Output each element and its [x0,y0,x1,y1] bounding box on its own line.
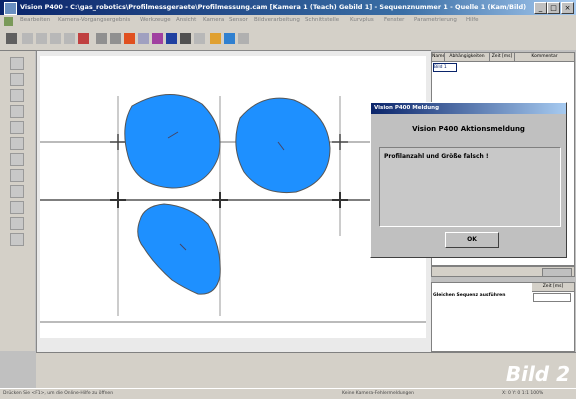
ok-button[interactable]: OK [445,232,499,248]
alarm-icon[interactable] [124,33,135,44]
menu-item-bearbeiten[interactable]: Bearbeiten [20,17,50,23]
document-icon [4,17,13,26]
window-title: Vision P400 - C:\gas_robotics\Profilmess… [20,3,527,11]
image-icon[interactable] [96,33,107,44]
dialog-message-box: Profilanzahl und Größe falsch ! [379,147,561,227]
table-row[interactable]: Bild 1 [433,63,457,72]
move-tool-icon[interactable] [10,73,24,86]
status-row-value [533,293,571,302]
angle-tool-icon[interactable] [10,185,24,198]
measure-tool-icon[interactable] [10,169,24,182]
monitor-icon[interactable] [166,33,177,44]
help-icon[interactable] [238,33,249,44]
table-header[interactable]: Zeit [ms] [532,283,575,292]
status-text-right: X: 0 Y: 0 1:1 100% [502,391,544,396]
dialog-message: Profilanzahl und Größe falsch ! [384,153,489,160]
record-icon[interactable] [78,33,89,44]
line-tool-icon[interactable] [10,89,24,102]
pointer-tool-icon[interactable] [6,33,17,44]
cross-marker [110,134,126,150]
cross-marker [332,192,348,208]
menu-item-kamera[interactable]: Kamera [203,17,224,23]
image-caption-overlay: Bild 2 [505,362,570,386]
app-icon [4,2,17,15]
table-header[interactable]: Name [432,53,445,62]
dialog-title: Vision P400 Meldung [371,103,566,114]
status-row-label: Gleichen Sequenz ausführen [433,293,506,298]
title-bar: Vision P400 - C:\gas_robotics\Profilmess… [0,0,576,15]
close-button[interactable]: × [561,2,574,14]
settings-icon[interactable] [224,33,235,44]
menu-item-kurvplus[interactable]: Kurvplus [350,17,374,23]
select-tool-icon[interactable] [10,57,24,70]
print-icon[interactable] [50,33,61,44]
cross-marker [332,134,348,150]
menu-bar: Bearbeiten Kamera-Vorgangsergebnis Werkz… [0,15,576,28]
cross-marker [110,192,126,208]
maximize-button[interactable]: □ [547,2,560,14]
frame-icon[interactable] [194,33,205,44]
camera-image[interactable] [40,56,426,338]
bottom-output-panel [36,352,576,389]
camera-image-svg [40,94,426,323]
grid-icon[interactable] [180,33,191,44]
table-header[interactable]: Kommentar [515,53,575,62]
open-icon[interactable] [22,33,33,44]
menu-item-hilfe[interactable]: Hilfe [466,17,479,23]
text-tool-icon[interactable] [10,233,24,246]
menu-item-fenster[interactable]: Fenster [384,17,404,23]
status-text-left: Drücken Sie <F1>, um die Online-Hilfe zu… [3,391,114,396]
menu-item-kamera-vorgang[interactable]: Kamera-Vorgangsergebnis [58,17,130,23]
menu-item-bildverarbeitung[interactable]: Bildverarbeitung [254,17,300,23]
left-toolbox [0,51,35,351]
horizontal-scrollbar[interactable] [431,266,575,277]
toolbar [0,28,576,51]
status-bar: Drücken Sie <F1>, um die Online-Hilfe zu… [0,388,576,399]
dialog-heading: Vision P400 Aktionsmeldung [412,125,525,133]
status-table[interactable]: Zeit [ms] Gleichen Sequenz ausführen [431,282,575,352]
camera-icon[interactable] [110,33,121,44]
rect-tool-icon[interactable] [10,105,24,118]
menu-item-werkzeuge[interactable]: Werkzeuge [140,17,171,23]
minimize-button[interactable]: _ [534,2,547,14]
tool-icon[interactable] [138,33,149,44]
blob-tool-icon[interactable] [10,201,24,214]
menu-item-sensor[interactable]: Sensor [229,17,248,23]
table-header[interactable]: Abhängigkeiten [445,53,490,62]
circle-tool-icon[interactable] [10,121,24,134]
cross-marker [212,192,228,208]
run-icon[interactable] [210,33,221,44]
palette-icon[interactable] [152,33,163,44]
message-dialog: Vision P400 Meldung Vision P400 Aktionsm… [370,102,567,258]
status-text-middle: Keine Kamera-Fehlermeldungen [342,391,415,396]
menu-item-ansicht[interactable]: Ansicht [176,17,196,23]
pattern-tool-icon[interactable] [10,217,24,230]
edge-tool-icon[interactable] [10,153,24,166]
cut-icon[interactable] [64,33,75,44]
table-header[interactable]: Zeit [ms] [490,53,515,62]
menu-item-parametrierung[interactable]: Parametrierung [414,17,457,23]
profile-blob [235,97,331,194]
menu-item-schnittstelle[interactable]: Schnittstelle [305,17,339,23]
scrollbar-thumb[interactable] [542,268,572,277]
save-icon[interactable] [36,33,47,44]
profile-blob [137,203,221,295]
profile-blob [124,94,221,189]
arc-tool-icon[interactable] [10,137,24,150]
